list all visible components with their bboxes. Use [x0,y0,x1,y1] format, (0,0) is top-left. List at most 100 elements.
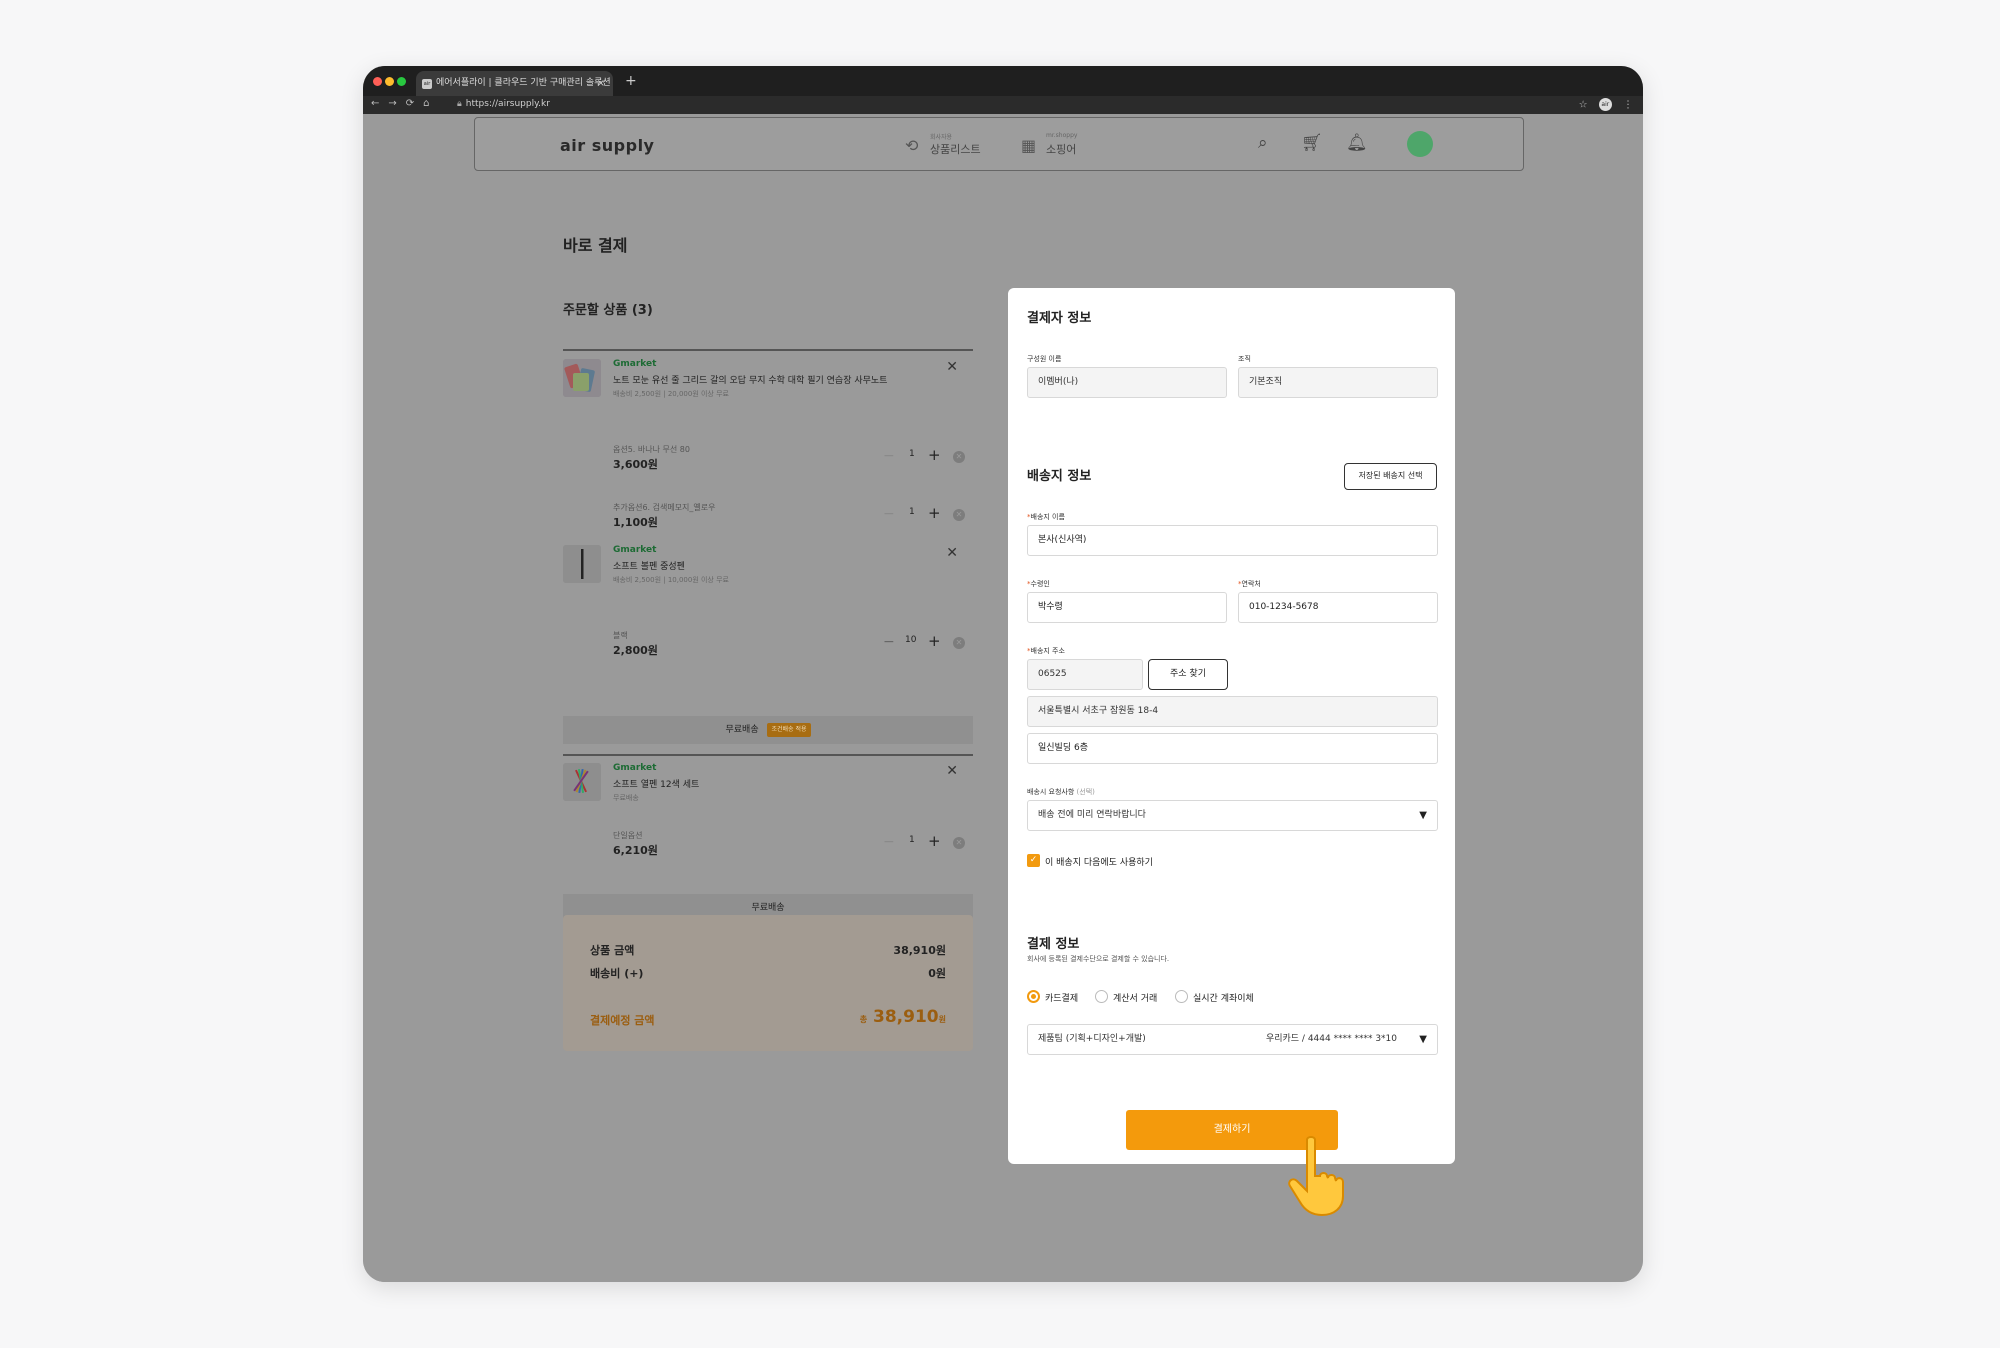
address-line2-input[interactable]: 일신빌딩 6층 [1027,733,1438,764]
shipping-fee-value: 0원 [928,967,946,980]
decrease-quantity-button[interactable]: − [883,448,895,464]
address-line1-field: 서울특별시 서초구 잠원동 18-4 [1027,696,1438,727]
radio-card-payment[interactable] [1027,990,1040,1003]
new-tab-button[interactable]: + [625,71,637,91]
lock-icon: 🔒︎ [457,99,462,109]
tab-close-icon[interactable]: × [597,71,605,96]
remove-option-icon[interactable]: ✕ [953,637,965,649]
quantity-value[interactable]: 1 [909,507,915,517]
product-option: 단일옵션 6,210원 − 1 + ✕ [613,830,973,866]
quantity-value[interactable]: 1 [909,835,915,845]
cart-icon[interactable]: 🛒︎ [1301,133,1323,153]
nav-sub-label: 회사자용 [930,134,953,141]
tab-title: 에어서플라이 | 클라우드 기반 구매관리 솔루션 [436,78,611,88]
url-field[interactable]: 🔒︎ https://airsupply.kr [457,99,550,109]
remove-option-icon[interactable]: ✕ [953,837,965,849]
phone-label: *연락처 [1238,580,1261,588]
total-amount-value: 총 38,910원 [860,1007,946,1027]
search-icon[interactable]: ⌕ [1258,133,1268,153]
address-label: *배송지 주소 [1027,647,1065,655]
delivery-request-value: 배송 전에 미리 연락바랍니다 [1038,810,1146,820]
divider [563,349,973,351]
quantity-stepper: − 1 + ✕ [883,505,965,522]
zipcode-field: 06525 [1027,659,1143,690]
browser-tab[interactable]: air 에어서플라이 | 클라우드 기반 구매관리 솔루션 × [416,71,613,96]
decrease-quantity-button[interactable]: − [883,506,895,522]
product-thumbnail[interactable] [563,359,601,397]
reuse-address-label[interactable]: 이 배송지 다음에도 사용하기 [1045,855,1153,868]
saved-address-button[interactable]: 저장된 배송지 선택 [1344,463,1437,490]
card-number: 우리카드 / 4444 **** **** 3*10 [1265,1034,1397,1044]
option-name: 블랙 [613,631,628,640]
phone-input[interactable]: 010-1234-5678 [1238,592,1438,623]
product-thumbnail[interactable] [563,545,601,583]
decrease-quantity-button[interactable]: − [883,634,895,650]
quantity-value[interactable]: 1 [909,449,915,459]
browser-window: air 에어서플라이 | 클라우드 기반 구매관리 솔루션 × + ←→⟳⌂ 🔒… [363,66,1643,1282]
seller-name: Gmarket [613,359,657,369]
option-price: 6,210원 [613,844,658,857]
reuse-address-checkbox[interactable]: ✓ [1027,854,1040,867]
address-bar: ←→⟳⌂ 🔒︎ https://airsupply.kr ☆ air ⋮ [363,96,1643,114]
bookmark-star-icon[interactable]: ☆ [1579,100,1588,111]
checkout-modal: 결제자 정보 구성원 이름 이멤버(나) 조직 기본조직 배송지 정보 저장된 … [1008,288,1455,1164]
product-amount-label: 상품 금액 [590,944,635,957]
product-name[interactable]: 노트 모눈 유선 줄 그리드 갈의 오답 무지 수학 대학 필기 연습장 사무노… [613,373,887,386]
product-thumbnail[interactable] [563,763,601,801]
remove-product-icon[interactable]: ✕ [946,359,958,375]
minimize-window-button[interactable] [385,77,394,86]
shipping-condition-bar: 무료배송 조건배송 적용 [563,716,973,744]
product-name[interactable]: 소프트 볼펜 중성펜 [613,559,685,572]
receiver-input[interactable]: 박수령 [1027,592,1227,623]
increase-quantity-button[interactable]: + [928,633,941,649]
free-shipping-label: 무료배송 [751,903,785,913]
profile-icon[interactable]: air [1598,98,1612,111]
order-items-title: 주문할 상품 (3) [563,303,653,318]
page-title: 바로 결제 [563,236,628,255]
bell-icon[interactable]: 🔔︎ [1346,133,1368,153]
shipping-section-title: 배송지 정보 [1027,469,1092,484]
increase-quantity-button[interactable]: + [928,447,941,463]
quantity-stepper: − 10 + ✕ [883,633,965,650]
increase-quantity-button[interactable]: + [928,833,941,849]
payment-section-title: 결제 정보 [1027,937,1080,952]
product-shipping-info: 무료배송 [613,794,639,802]
seller-name: Gmarket [613,763,657,773]
receiver-label: *수령인 [1027,580,1050,588]
invoice-label[interactable]: 계산서 거래 [1113,991,1157,1004]
total-unit: 원 [938,1015,946,1024]
chevron-down-icon: ▼ [1419,1034,1427,1045]
close-window-button[interactable] [373,77,382,86]
increase-quantity-button[interactable]: + [928,505,941,521]
delivery-request-select[interactable]: 배송 전에 미리 연락바랍니다 ▼ [1027,800,1438,831]
maximize-window-button[interactable] [397,77,406,86]
remove-product-icon[interactable]: ✕ [946,763,958,779]
browser-nav-icons[interactable]: ←→⟳⌂ [371,98,438,109]
product-amount-value: 38,910원 [893,944,946,957]
chevron-down-icon: ▼ [1419,810,1427,821]
total-amount-label: 결제예정 금액 [590,1014,655,1027]
remove-option-icon[interactable]: ✕ [953,451,965,463]
quantity-value[interactable]: 10 [905,635,916,645]
organization-label: 조직 [1238,355,1251,363]
radio-bank-transfer[interactable] [1175,990,1188,1003]
free-shipping-label: 무료배송 [725,725,759,735]
remove-option-icon[interactable]: ✕ [953,509,965,521]
card-payment-label[interactable]: 카드결제 [1045,991,1078,1004]
product-list-icon: ⟲ [905,136,919,155]
user-avatar[interactable] [1407,131,1433,157]
bank-transfer-label[interactable]: 실시간 계좌이체 [1193,991,1254,1004]
browser-menu-icon[interactable]: ⋮ [1623,100,1633,111]
radio-invoice[interactable] [1095,990,1108,1003]
option-name: 추가옵션6. 검색메모지_옐로우 [613,503,716,512]
decrease-quantity-button[interactable]: − [883,834,895,850]
address-name-input[interactable]: 본사(신사역) [1027,525,1438,556]
total-prefix: 총 [859,1015,868,1024]
payment-card-select[interactable]: 제품팀 (기획+디자인+개발) 우리카드 / 4444 **** **** 3*… [1027,1024,1438,1055]
find-address-button[interactable]: 주소 찾기 [1148,659,1228,690]
product-option: 블랙 2,800원 − 10 + ✕ [613,630,973,666]
site-logo[interactable]: air supply [560,136,654,155]
remove-product-icon[interactable]: ✕ [946,545,958,561]
product-name[interactable]: 소프트 열펜 12색 세트 [613,777,699,790]
option-price: 3,600원 [613,458,658,471]
